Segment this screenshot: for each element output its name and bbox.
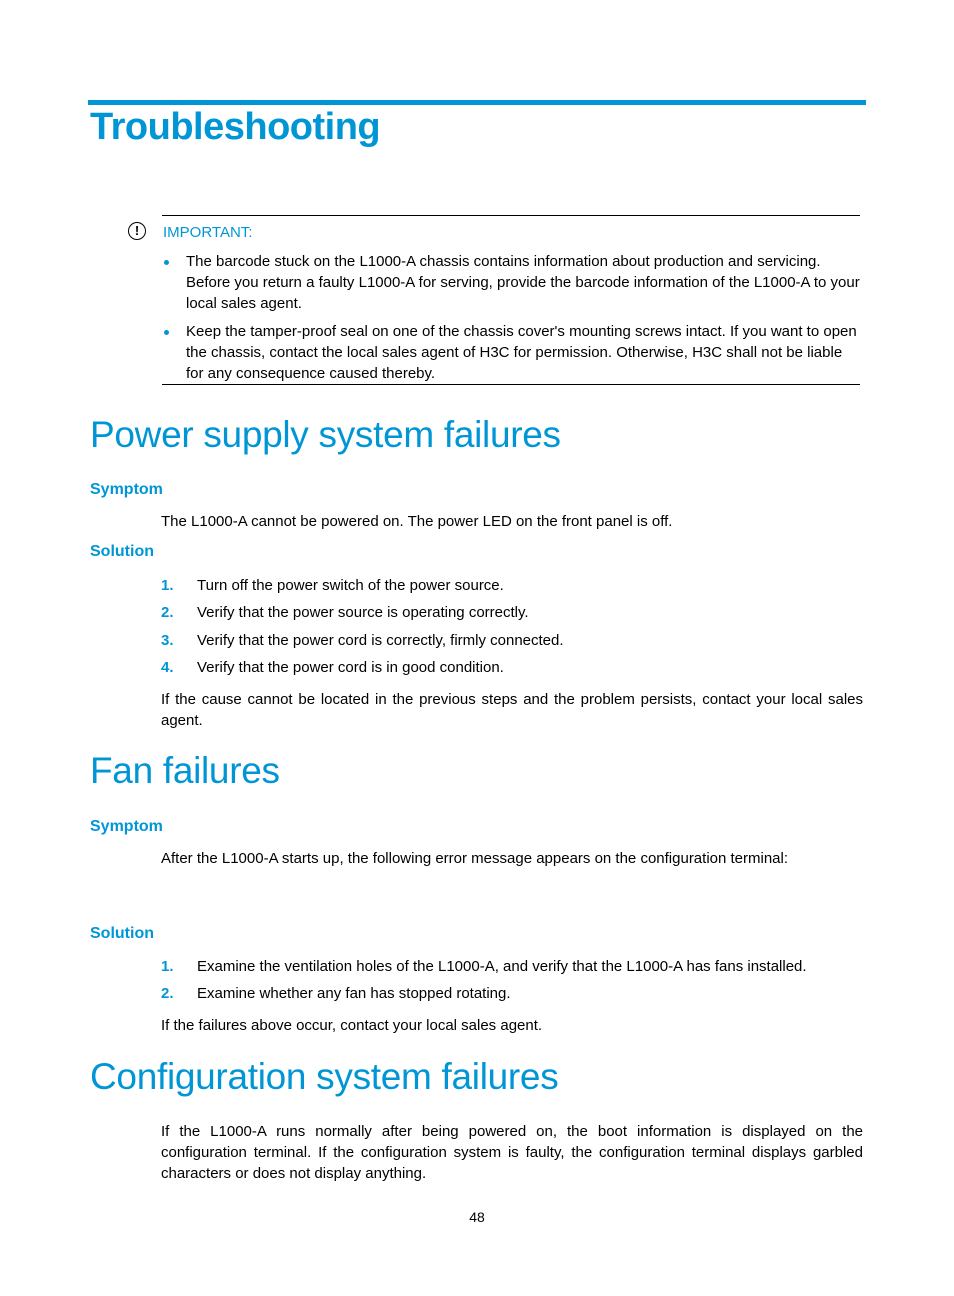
important-bullet-1: The barcode stuck on the L1000-A chassis…: [186, 253, 860, 312]
step-number: 2.: [161, 604, 174, 621]
exclamation-circle-icon: !: [128, 222, 146, 240]
symptom-heading: Symptom: [90, 818, 163, 835]
section-title-power-supply: Power supply system failures: [90, 414, 561, 455]
page-number: 48: [469, 1209, 485, 1225]
chapter-top-rule: [88, 100, 866, 105]
step-text: Examine the ventilation holes of the L10…: [197, 958, 807, 975]
bullet-icon: [164, 260, 169, 265]
note-divider-top: [162, 215, 860, 216]
note-divider-bottom: [162, 384, 860, 385]
step-text: Turn off the power switch of the power s…: [197, 577, 504, 594]
important-bullet-2: Keep the tamper-proof seal on one of the…: [186, 323, 857, 382]
section-title-fan-failures: Fan failures: [90, 750, 280, 791]
symptom-heading: Symptom: [90, 481, 163, 498]
step-number: 3.: [161, 632, 174, 649]
step-number: 2.: [161, 985, 174, 1002]
solution-heading: Solution: [90, 925, 154, 942]
important-label: IMPORTANT:: [163, 224, 253, 241]
step-text: Verify that the power source is operatin…: [197, 604, 529, 621]
step-number: 1.: [161, 958, 174, 975]
closing-text: If the cause cannot be located in the pr…: [161, 691, 863, 729]
symptom-text: After the L1000-A starts up, the followi…: [161, 850, 789, 867]
body-text: If the L1000-A runs normally after being…: [161, 1123, 863, 1182]
solution-heading: Solution: [90, 543, 154, 560]
closing-text: If the failures above occur, contact you…: [161, 1017, 543, 1034]
step-text: Verify that the power cord is correctly,…: [197, 632, 564, 649]
bullet-icon: [164, 330, 169, 335]
step-number: 4.: [161, 659, 174, 676]
symptom-text: The L1000-A cannot be powered on. The po…: [161, 513, 673, 530]
chapter-title: Troubleshooting: [90, 106, 381, 148]
step-number: 1.: [161, 577, 174, 594]
step-text: Verify that the power cord is in good co…: [197, 659, 504, 676]
section-title-configuration-failures: Configuration system failures: [90, 1056, 559, 1097]
step-text: Examine whether any fan has stopped rota…: [197, 985, 511, 1002]
